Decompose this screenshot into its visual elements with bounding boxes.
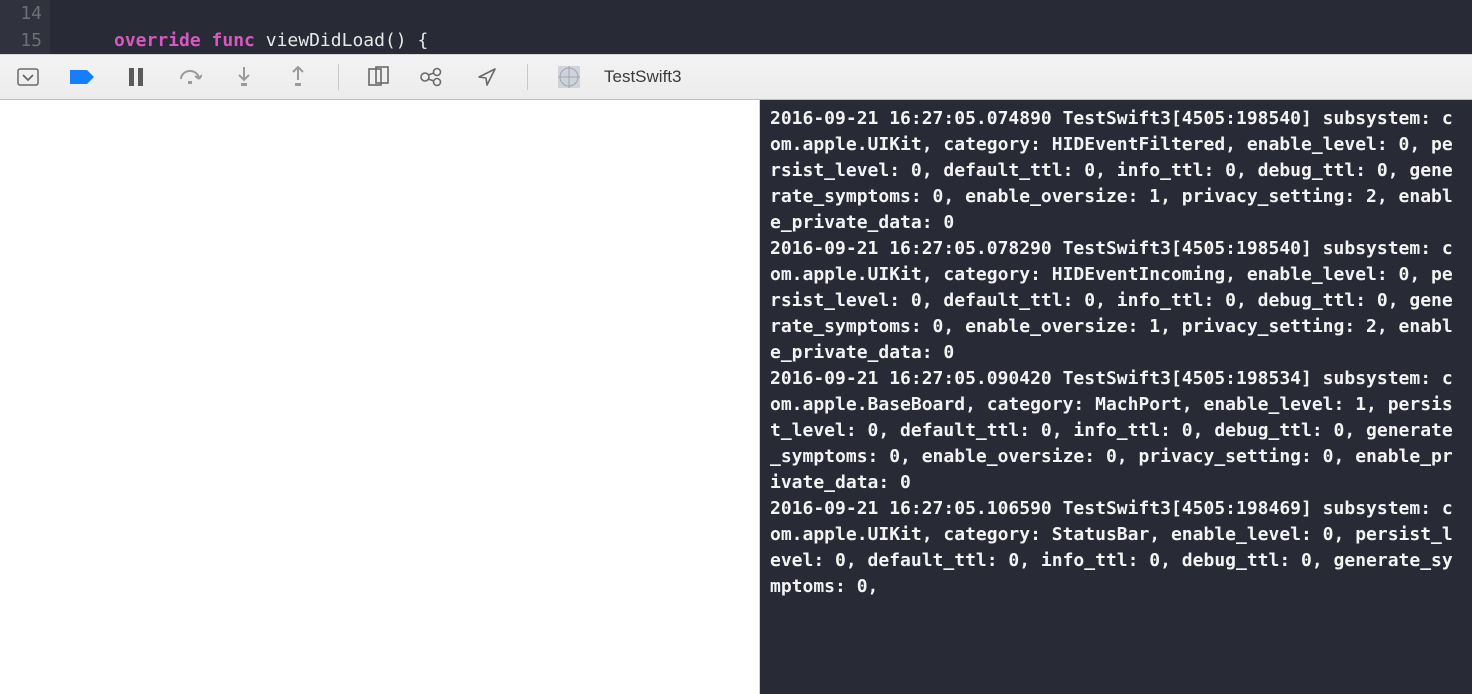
xcode-window: 1415override func viewDidLoad() {: [0, 0, 1472, 694]
code-text: override func viewDidLoad() {: [50, 30, 428, 51]
code-editor[interactable]: 1415override func viewDidLoad() {: [0, 0, 1472, 54]
step-into-icon: [235, 66, 253, 88]
process-name[interactable]: TestSwift3: [604, 67, 681, 87]
step-out-icon: [289, 66, 307, 88]
pause-continue-button[interactable]: [122, 63, 150, 91]
process-icon: [554, 63, 584, 91]
toolbar-separator: [338, 64, 339, 90]
line-number[interactable]: 15: [0, 27, 50, 54]
hide-debug-area-button[interactable]: [14, 63, 42, 91]
memory-graph-icon: [420, 67, 446, 87]
console-output[interactable]: 2016-09-21 16:27:05.074890 TestSwift3[45…: [760, 100, 1472, 694]
app-blueprint-icon: [556, 64, 582, 90]
toolbar-separator: [527, 64, 528, 90]
breakpoint-icon: [69, 69, 95, 85]
code-line[interactable]: 14: [0, 0, 1472, 27]
step-out-button[interactable]: [284, 63, 312, 91]
breakpoints-toggle[interactable]: [68, 63, 96, 91]
debug-toolbar: TestSwift3: [0, 54, 1472, 100]
pause-icon: [127, 67, 145, 87]
debug-area: 2016-09-21 16:27:05.074890 TestSwift3[45…: [0, 100, 1472, 694]
step-into-button[interactable]: [230, 63, 258, 91]
line-number[interactable]: 14: [0, 0, 50, 27]
step-over-icon: [178, 67, 202, 87]
simulate-location-button[interactable]: [473, 63, 501, 91]
debug-memory-graph-button[interactable]: [419, 63, 447, 91]
variables-view[interactable]: [0, 100, 760, 694]
chevron-down-box-icon: [17, 68, 39, 86]
debug-view-hierarchy-button[interactable]: [365, 63, 393, 91]
step-over-button[interactable]: [176, 63, 204, 91]
view-hierarchy-icon: [367, 66, 391, 88]
code-line[interactable]: 15override func viewDidLoad() {: [0, 27, 1472, 54]
location-arrow-icon: [476, 66, 498, 88]
